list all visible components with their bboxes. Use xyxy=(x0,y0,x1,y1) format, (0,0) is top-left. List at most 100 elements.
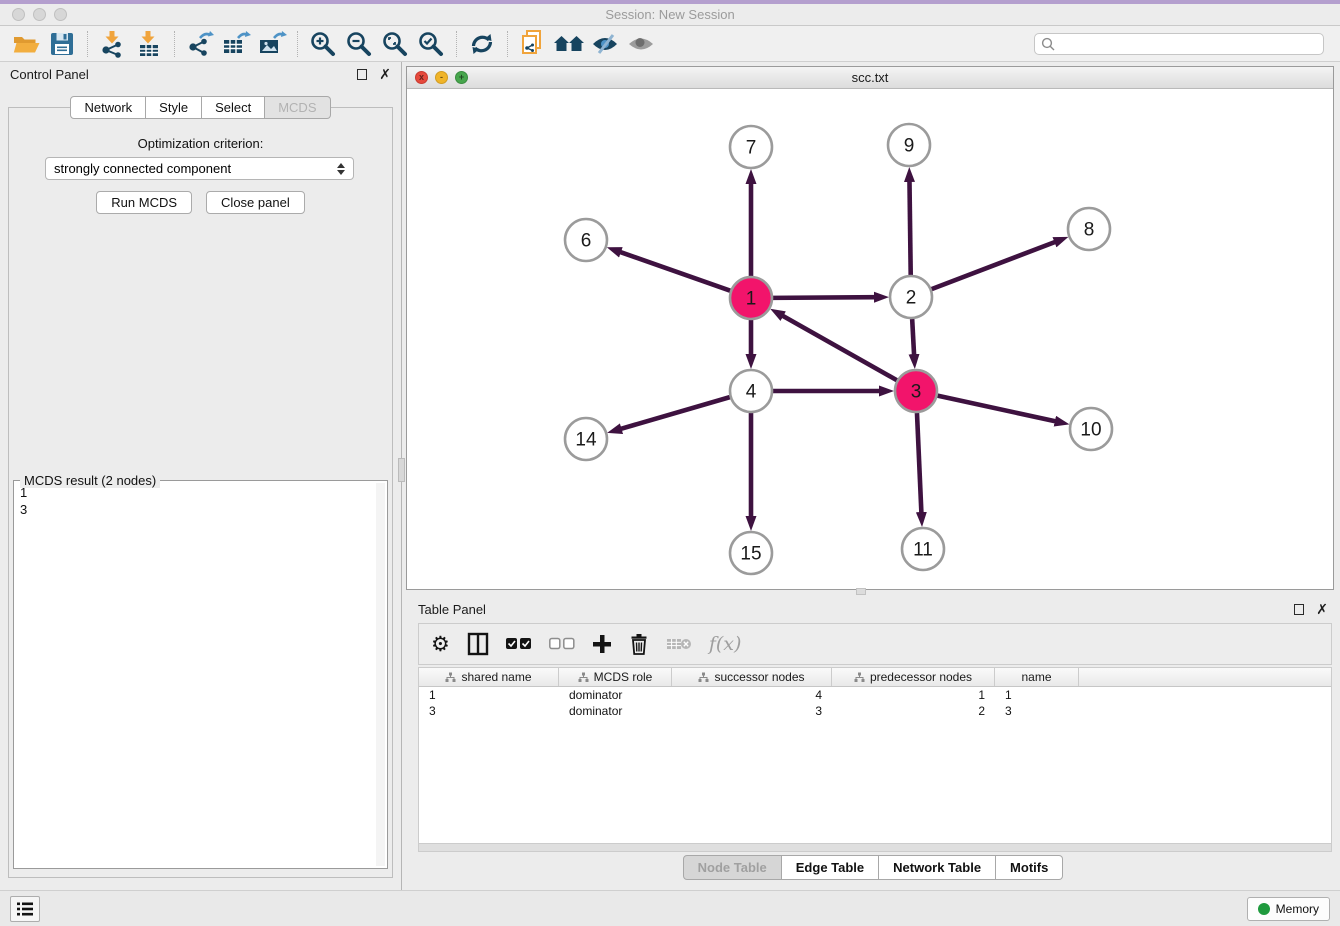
table-row[interactable]: 1dominator411 xyxy=(419,687,1331,703)
select-all-button[interactable] xyxy=(506,637,532,651)
tab-select[interactable]: Select xyxy=(202,96,265,119)
column-header-name[interactable]: name xyxy=(995,668,1079,686)
zoom-in-icon xyxy=(309,30,337,58)
edge-3-1[interactable] xyxy=(782,316,896,381)
deselect-all-button[interactable] xyxy=(549,637,575,651)
export-image-button[interactable] xyxy=(254,29,290,59)
new-network-from-selection-button[interactable] xyxy=(515,29,551,59)
column-header-predecessor-nodes[interactable]: predecessor nodes xyxy=(832,668,995,686)
horizontal-splitter-handle[interactable] xyxy=(856,588,866,595)
import-table-button[interactable] xyxy=(131,29,167,59)
control-panel: Control Panel ✗ NetworkStyleSelectMCDS O… xyxy=(0,62,402,890)
control-panel-header: Control Panel ✗ xyxy=(0,62,401,86)
vertical-splitter-handle[interactable] xyxy=(398,458,405,482)
show-all-button[interactable] xyxy=(623,29,659,59)
eye-icon xyxy=(626,32,656,56)
export-network-icon xyxy=(186,30,214,58)
table-row[interactable]: 3dominator323 xyxy=(419,703,1331,719)
tab-mcds[interactable]: MCDS xyxy=(265,96,330,119)
hide-selection-button[interactable] xyxy=(587,29,623,59)
show-columns-button[interactable] xyxy=(467,632,489,656)
open-session-button[interactable] xyxy=(8,29,44,59)
memory-button[interactable]: Memory xyxy=(1247,897,1330,921)
cell[interactable]: dominator xyxy=(559,704,672,718)
export-image-icon xyxy=(257,30,287,58)
cell[interactable]: 2 xyxy=(832,704,995,718)
apply-layout-button[interactable] xyxy=(464,29,500,59)
edge-1-2[interactable] xyxy=(773,297,875,298)
export-table-icon xyxy=(221,30,251,58)
cell[interactable]: 1 xyxy=(995,688,1079,702)
run-mcds-button[interactable]: Run MCDS xyxy=(96,191,192,214)
cell[interactable]: 4 xyxy=(672,688,832,702)
tab-network-table[interactable]: Network Table xyxy=(879,855,996,880)
memory-status-icon xyxy=(1258,903,1270,915)
zoom-in-button[interactable] xyxy=(305,29,341,59)
cell[interactable]: 1 xyxy=(419,688,559,702)
edge-2-9[interactable] xyxy=(909,181,910,275)
toolbar-separator xyxy=(174,31,175,57)
table-body: 1dominator4113dominator323 xyxy=(419,687,1331,719)
cell[interactable]: 3 xyxy=(419,704,559,718)
tab-motifs[interactable]: Motifs xyxy=(996,855,1063,880)
network-graph[interactable]: 1234678910111415 xyxy=(407,89,1333,589)
zoom-selected-button[interactable] xyxy=(413,29,449,59)
edge-4-14[interactable] xyxy=(621,397,730,429)
close-panel-button[interactable]: Close panel xyxy=(206,191,305,214)
table-panel-close-icon[interactable]: ✗ xyxy=(1316,602,1328,616)
table-header-row: shared nameMCDS rolesuccessor nodesprede… xyxy=(419,668,1331,687)
column-namespace-icon xyxy=(854,672,865,683)
column-header-shared-name[interactable]: shared name xyxy=(419,668,559,686)
network-window-titlebar[interactable]: x - + scc.txt xyxy=(407,67,1333,89)
control-panel-close-icon[interactable]: ✗ xyxy=(379,67,391,81)
export-table-button[interactable] xyxy=(218,29,254,59)
table-panel-float-icon[interactable] xyxy=(1294,604,1304,615)
zoom-out-button[interactable] xyxy=(341,29,377,59)
cell[interactable]: dominator xyxy=(559,688,672,702)
task-history-button[interactable] xyxy=(10,896,40,922)
column-namespace-icon xyxy=(698,672,709,683)
node-table[interactable]: shared nameMCDS rolesuccessor nodesprede… xyxy=(418,667,1332,844)
edge-3-10[interactable] xyxy=(937,396,1055,422)
column-header-successor-nodes[interactable]: successor nodes xyxy=(672,668,832,686)
table-settings-button[interactable]: ⚙ xyxy=(431,632,450,656)
trash-icon xyxy=(629,633,649,655)
control-panel-float-icon[interactable] xyxy=(357,69,367,80)
create-column-button[interactable] xyxy=(592,634,612,654)
control-panel-tabs: NetworkStyleSelectMCDS xyxy=(0,96,401,119)
delete-column-button[interactable] xyxy=(629,633,649,655)
criterion-select[interactable]: strongly connected component xyxy=(45,157,354,180)
first-neighbors-button[interactable] xyxy=(551,29,587,59)
edge-1-6[interactable] xyxy=(620,252,730,291)
select-stepper-icon xyxy=(337,163,345,175)
cell[interactable]: 1 xyxy=(832,688,995,702)
export-network-button[interactable] xyxy=(182,29,218,59)
network-document-icon xyxy=(519,29,547,59)
import-network-icon xyxy=(99,30,127,58)
tab-style[interactable]: Style xyxy=(146,96,202,119)
tab-network[interactable]: Network xyxy=(70,96,146,119)
cell[interactable]: 3 xyxy=(995,704,1079,718)
result-scrollbar[interactable] xyxy=(376,483,385,866)
zoom-fit-button[interactable] xyxy=(377,29,413,59)
save-session-button[interactable] xyxy=(44,29,80,59)
table-toolbar: ⚙ xyxy=(418,623,1332,665)
edge-3-11[interactable] xyxy=(917,413,921,513)
mcds-result-text[interactable]: 1 3 xyxy=(20,484,375,865)
import-table-icon xyxy=(135,30,163,58)
node-label-4: 4 xyxy=(746,382,757,403)
node-label-14: 14 xyxy=(575,430,597,451)
memory-label: Memory xyxy=(1276,902,1319,916)
import-network-button[interactable] xyxy=(95,29,131,59)
zoom-fit-icon xyxy=(381,30,409,58)
tab-node-table[interactable]: Node Table xyxy=(683,855,782,880)
edge-2-8[interactable] xyxy=(932,242,1056,289)
cell[interactable]: 3 xyxy=(672,704,832,718)
edge-2-3[interactable] xyxy=(912,319,914,355)
search-field[interactable] xyxy=(1034,33,1324,55)
mcds-panel: Optimization criterion: strongly connect… xyxy=(8,107,393,878)
column-header-MCDS-role[interactable]: MCDS role xyxy=(559,668,672,686)
search-input[interactable] xyxy=(1060,37,1317,51)
tab-edge-table[interactable]: Edge Table xyxy=(782,855,879,880)
main-toolbar xyxy=(0,26,1340,62)
